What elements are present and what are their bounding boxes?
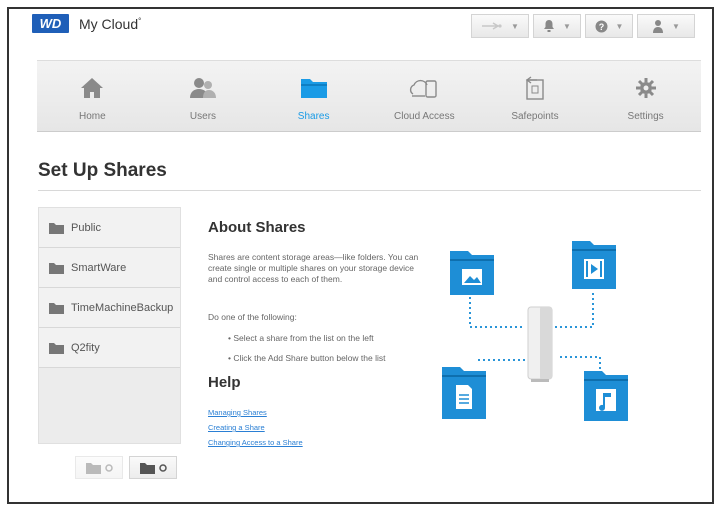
instruction-text: Do one of the following:: [208, 312, 297, 322]
share-label: TimeMachineBackup: [71, 301, 174, 314]
instruction-bullet: • Select a share from the list on the le…: [228, 333, 374, 343]
bell-icon: [544, 20, 555, 32]
top-controls: ▼ ▼ ? ▼ ▼: [471, 14, 695, 38]
folder-icon: [139, 462, 155, 474]
folder-icon: [49, 342, 64, 354]
title-divider: [38, 190, 701, 191]
nav-shares[interactable]: Shares: [264, 61, 364, 131]
svg-text:?: ?: [598, 22, 604, 32]
share-list: Public SmartWare TimeMachineBackup Q2fit…: [38, 207, 181, 444]
gear-icon: [635, 78, 656, 98]
wd-logo: WD: [32, 14, 69, 33]
nav-home[interactable]: Home: [42, 61, 142, 131]
document-folder-icon: [442, 367, 486, 419]
chevron-down-icon: ▼: [615, 21, 624, 31]
chevron-down-icon: ▼: [672, 21, 680, 31]
about-shares-title: About Shares: [208, 219, 306, 236]
nav-settings[interactable]: Settings: [596, 61, 696, 131]
user-icon: [653, 20, 664, 33]
main-nav: Home Users Shares Cloud Access Safepoint…: [37, 60, 701, 132]
page-title: Set Up Shares: [38, 160, 167, 181]
share-details-button[interactable]: [75, 456, 123, 479]
folder-icon: [49, 262, 64, 274]
video-folder-icon: [572, 241, 616, 289]
cloud-access-icon: [410, 79, 437, 98]
my-cloud-device: [527, 306, 553, 382]
brand-title: My Cloud°: [79, 16, 142, 32]
home-icon: [81, 78, 104, 98]
folder-icon: [49, 222, 64, 234]
share-label: SmartWare: [71, 261, 127, 274]
folder-icon: [300, 79, 327, 98]
help-icon: ?: [595, 20, 608, 32]
nav-users[interactable]: Users: [153, 61, 253, 131]
usb-icon: [482, 22, 502, 30]
chevron-down-icon: ▼: [511, 21, 519, 31]
share-item[interactable]: Public: [39, 208, 180, 248]
folder-icon: [85, 462, 101, 474]
help-link-managing-shares[interactable]: Managing Shares: [208, 408, 267, 417]
share-list-buttons: [75, 456, 177, 479]
share-item[interactable]: TimeMachineBackup: [39, 288, 180, 328]
user-button[interactable]: ▼: [637, 14, 695, 38]
usb-button[interactable]: ▼: [471, 14, 529, 38]
image-folder-icon: [450, 251, 494, 295]
help-button[interactable]: ? ▼: [585, 14, 633, 38]
nav-cloud-access[interactable]: Cloud Access: [374, 61, 474, 131]
gear-icon: [158, 463, 167, 472]
help-link-creating-share[interactable]: Creating a Share: [208, 423, 265, 432]
share-label: Q2fity: [71, 341, 100, 354]
alerts-button[interactable]: ▼: [533, 14, 581, 38]
users-icon: [189, 78, 216, 98]
about-shares-description: Shares are content storage areas—like fo…: [208, 252, 419, 284]
gear-icon: [104, 463, 113, 472]
share-item[interactable]: SmartWare: [39, 248, 180, 288]
nav-safepoints[interactable]: Safepoints: [485, 61, 585, 131]
help-title: Help: [208, 374, 241, 391]
share-label: Public: [71, 221, 101, 234]
help-link-changing-access[interactable]: Changing Access to a Share: [208, 438, 303, 447]
safepoint-icon: [525, 76, 544, 100]
shares-illustration: [442, 241, 628, 421]
music-folder-icon: [584, 371, 628, 421]
instruction-bullet: • Click the Add Share button below the l…: [228, 353, 386, 363]
chevron-down-icon: ▼: [563, 21, 571, 31]
folder-icon: [49, 302, 64, 314]
share-item[interactable]: Q2fity: [39, 328, 180, 368]
add-share-button[interactable]: [129, 456, 177, 479]
